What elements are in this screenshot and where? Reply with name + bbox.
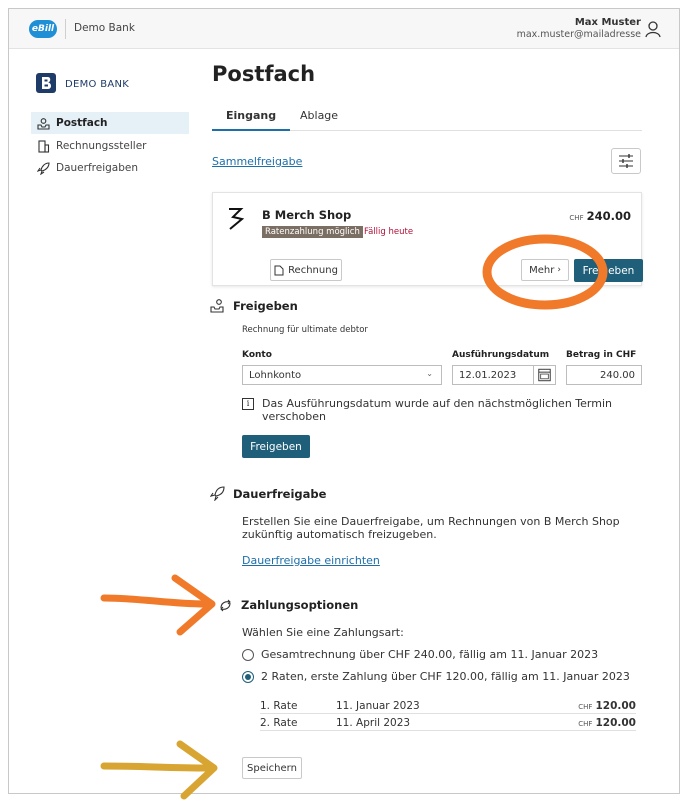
dauerfreigabe-description: Erstellen Sie eine Dauerfreigabe, um Rec… — [242, 515, 620, 541]
rate-label: 1. Rate — [260, 700, 298, 712]
approve-person-icon — [210, 299, 224, 313]
amount-value: 240.00 — [586, 209, 631, 223]
merchant-logo-icon — [229, 208, 245, 230]
date-label: Ausführungsdatum — [452, 350, 550, 360]
user-info[interactable]: Max Muster max.muster@mailadresse — [517, 17, 641, 40]
sidebar-item-label: Dauerfreigaben — [56, 162, 138, 174]
bank-name: Demo Bank — [74, 22, 135, 34]
currency-label: CHF — [569, 214, 584, 222]
installment-badge: Ratenzahlung möglich — [262, 226, 363, 238]
ebill-logo[interactable]: eBill — [29, 20, 57, 38]
zahlungsart-prompt: Wählen Sie eine Zahlungsart: — [242, 626, 404, 639]
dauerfreigabe-title: Dauerfreigabe — [233, 487, 327, 501]
tab-bar: Eingang Ablage — [211, 103, 642, 131]
rate-date: 11. Januar 2023 — [336, 700, 420, 712]
demo-bank-logo-icon — [36, 73, 56, 93]
rate-row: 2. Rate 11. April 2023 CHF 120.00 — [260, 716, 636, 731]
radio-gesamtrechnung[interactable] — [242, 649, 254, 661]
sidebar-logo-text: DEMO BANK — [65, 79, 130, 90]
user-email: max.muster@mailadresse — [516, 29, 641, 40]
user-icon[interactable] — [645, 20, 661, 38]
top-bar-divider — [65, 19, 66, 39]
mehr-button[interactable]: Mehr › — [521, 259, 569, 281]
sliders-icon — [619, 154, 633, 168]
amount-input-value: 240.00 — [600, 369, 635, 381]
zahlungsoptionen-title: Zahlungsoptionen — [241, 598, 359, 612]
freigeben-subtitle: Rechnung für ultimate debtor — [242, 325, 368, 335]
chevron-right-icon: › — [557, 265, 561, 275]
tab-ablage[interactable]: Ablage — [300, 109, 338, 122]
freigeben-title: Freigeben — [233, 299, 298, 313]
date-input-value: 12.01.2023 — [459, 369, 517, 381]
bill-card[interactable]: B Merch Shop CHF 240.00 Ratenzahlung mögl… — [212, 192, 643, 286]
date-info-text: Das Ausführungsdatum wurde auf den nächs… — [262, 397, 612, 423]
merchant-name: B Merch Shop — [262, 208, 352, 222]
document-icon — [38, 139, 50, 153]
currency-label: CHF — [578, 703, 593, 711]
konto-select[interactable]: Lohnkonto ⌄ — [242, 365, 442, 385]
exchange-arrows-icon — [220, 599, 231, 612]
option-gesamtrechnung-label: Gesamtrechnung über CHF 240.00, fällig a… — [261, 648, 599, 661]
inbox-person-icon — [37, 117, 50, 130]
document-icon — [274, 265, 284, 275]
filter-button[interactable] — [611, 148, 641, 174]
rate-label: 2. Rate — [260, 717, 298, 729]
sidebar-item-dauerfreigaben[interactable]: Dauerfreigaben — [31, 157, 189, 179]
radio-raten[interactable] — [242, 671, 254, 683]
amount-input[interactable]: 240.00 — [566, 365, 642, 385]
rate-date: 11. April 2023 — [336, 717, 411, 729]
rechnung-button[interactable]: Rechnung — [270, 259, 342, 281]
currency-label: CHF — [578, 720, 593, 728]
rate-amount: CHF 120.00 — [578, 700, 636, 712]
mehr-button-label: Mehr — [529, 264, 555, 276]
rate-amount: CHF 120.00 — [578, 717, 636, 729]
rocket-icon — [37, 161, 50, 175]
sammelfreigabe-link[interactable]: Sammelfreigabe — [212, 155, 302, 168]
sidebar-item-postfach[interactable]: Postfach — [31, 112, 189, 134]
date-input[interactable]: 12.01.2023 — [452, 365, 556, 385]
rate-amount-value: 120.00 — [595, 717, 636, 729]
user-name: Max Muster — [574, 17, 641, 28]
konto-select-value: Lohnkonto — [249, 369, 302, 381]
tab-eingang[interactable]: Eingang — [211, 109, 291, 131]
rechnung-button-label: Rechnung — [288, 264, 338, 276]
rate-amount-value: 120.00 — [595, 700, 636, 712]
speichern-button[interactable]: Speichern — [242, 757, 302, 779]
rate-row: 1. Rate 11. Januar 2023 CHF 120.00 — [260, 699, 636, 714]
bill-approve-button[interactable]: Freigeben — [574, 259, 643, 282]
page-title: Postfach — [212, 62, 316, 86]
option-raten-label: 2 Raten, erste Zahlung über CHF 120.00, … — [261, 670, 630, 683]
konto-label: Konto — [242, 350, 272, 360]
rocket-icon — [210, 486, 225, 501]
dauerfreigabe-link[interactable]: Dauerfreigabe einrichten — [242, 554, 380, 567]
sidebar-item-label: Postfach — [56, 117, 108, 129]
due-status: Fällig heute — [364, 227, 414, 237]
chevron-down-icon: ⌄ — [426, 369, 433, 378]
top-bar: eBill Demo Bank Max Muster max.muster@ma… — [9, 9, 679, 49]
calendar-icon[interactable] — [533, 366, 555, 384]
sidebar-item-rechnungssteller[interactable]: Rechnungssteller — [31, 135, 189, 157]
freigeben-submit-button[interactable]: Freigeben — [242, 435, 310, 458]
bill-amount: CHF 240.00 — [569, 209, 631, 223]
amount-label: Betrag in CHF — [566, 350, 637, 360]
sidebar-item-label: Rechnungssteller — [56, 140, 147, 152]
info-icon: i — [242, 398, 254, 410]
